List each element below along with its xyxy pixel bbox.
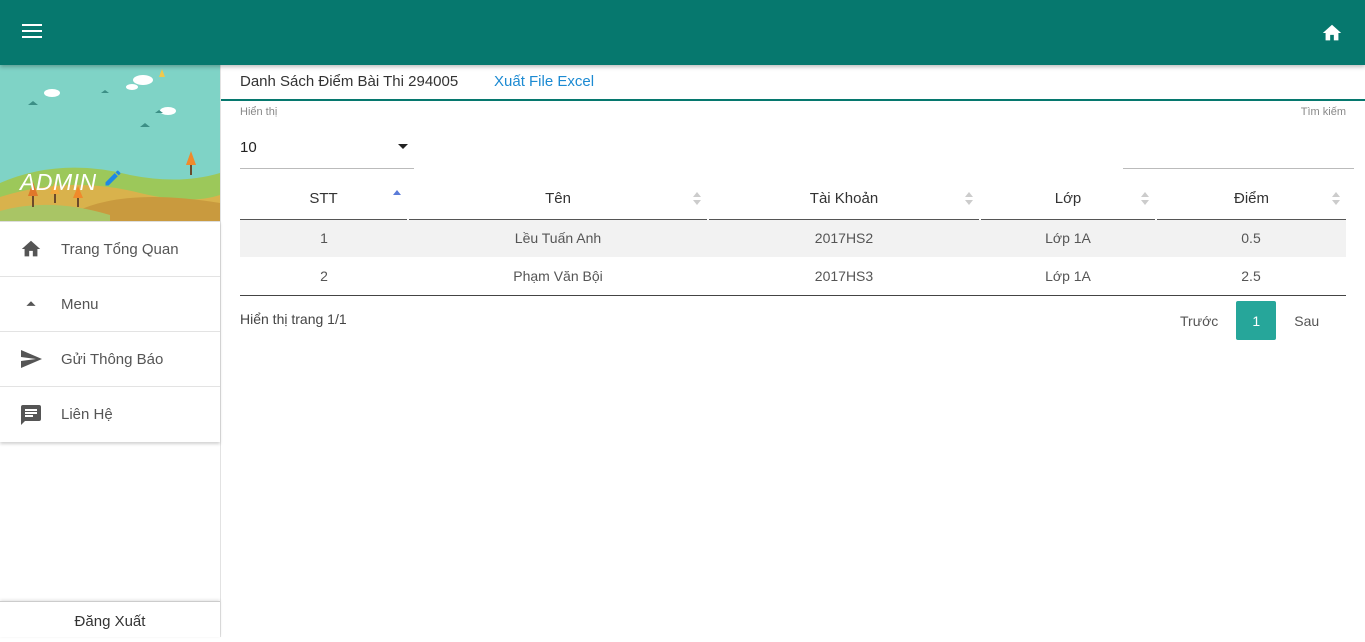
sort-icon [1141, 192, 1149, 206]
logout-button[interactable]: Đăng Xuất [0, 601, 220, 637]
sidebar-item-contact[interactable]: Liên Hệ [0, 387, 220, 442]
page-size-value: 10 [240, 139, 257, 156]
send-icon [21, 350, 42, 368]
column-header-account[interactable]: Tài Khoản [707, 179, 980, 220]
page-size-select[interactable]: 10 [240, 133, 414, 169]
sidebar-item-menu[interactable]: Menu [0, 277, 220, 332]
arrow-up-icon [26, 301, 36, 306]
main-content: Danh Sách Điểm Bài Thi 294005 Xuất File … [221, 65, 1365, 637]
scores-table: STT Tên Tài Khoản Lớp Điểm 1 Lều Tuấn An… [240, 179, 1346, 296]
column-header-stt[interactable]: STT [240, 179, 408, 220]
export-excel-link[interactable]: Xuất File Excel [494, 73, 594, 90]
sort-icon [693, 192, 701, 206]
admin-name: ADMIN [20, 169, 97, 195]
cell-name: Phạm Văn Bội [408, 257, 708, 296]
page-number-button[interactable]: 1 [1236, 301, 1277, 340]
next-page-button[interactable]: Sau [1294, 313, 1319, 329]
cell-stt: 1 [240, 219, 408, 257]
page-size-label: Hiển thị [240, 106, 278, 118]
chat-icon [21, 404, 41, 425]
profile-banner: ADMIN [0, 65, 220, 221]
page-info: Hiển thị trang 1/1 [240, 311, 347, 327]
sidebar-item-label: Menu [61, 295, 99, 313]
prev-page-button[interactable]: Trước [1180, 313, 1218, 329]
menu-icon[interactable] [22, 24, 42, 42]
cell-score: 2.5 [1156, 257, 1346, 296]
cell-account: 2017HS2 [708, 219, 980, 257]
sort-icon [1332, 192, 1340, 206]
sidebar: ADMIN Trang Tổng Quan Menu Gửi Thông Báo… [0, 65, 221, 637]
sort-icon [965, 192, 973, 206]
sidebar-item-label: Gửi Thông Báo [61, 350, 164, 368]
cell-stt: 2 [240, 257, 408, 296]
sort-ascending-icon [393, 190, 401, 204]
landscape-illustration [0, 65, 220, 221]
cell-class: Lớp 1A [980, 219, 1156, 257]
cell-account: 2017HS3 [708, 257, 980, 296]
sidebar-item-send-notification[interactable]: Gửi Thông Báo [0, 332, 220, 387]
page-title: Danh Sách Điểm Bài Thi 294005 [240, 73, 459, 90]
sidebar-menu: Trang Tổng Quan Menu Gửi Thông Báo Liên … [0, 221, 220, 442]
title-bar: Danh Sách Điểm Bài Thi 294005 Xuất File … [221, 65, 1365, 101]
home-icon[interactable] [1321, 22, 1343, 44]
search-input[interactable] [1123, 135, 1354, 169]
cell-score: 0.5 [1156, 219, 1346, 257]
dropdown-arrow-icon [398, 144, 408, 149]
column-header-class[interactable]: Lớp [979, 179, 1156, 220]
cell-class: Lớp 1A [980, 257, 1156, 296]
home-icon [21, 240, 41, 257]
table-row[interactable]: 1 Lều Tuấn Anh 2017HS2 Lớp 1A 0.5 [240, 219, 1346, 257]
search-label: Tìm kiếm [1300, 106, 1346, 118]
pagination: Trước 1 Sau [1180, 301, 1319, 340]
sidebar-item-label: Trang Tổng Quan [61, 240, 179, 258]
sidebar-item-label: Liên Hệ [61, 406, 113, 423]
table-row[interactable]: 2 Phạm Văn Bội 2017HS3 Lớp 1A 2.5 [240, 257, 1346, 296]
pencil-edit-icon[interactable] [103, 168, 123, 188]
sidebar-item-overview[interactable]: Trang Tổng Quan [0, 222, 220, 277]
column-header-name[interactable]: Tên [407, 179, 708, 220]
column-header-score[interactable]: Điểm [1155, 179, 1346, 220]
top-app-bar [0, 0, 1365, 65]
table-header-row: STT Tên Tài Khoản Lớp Điểm [240, 179, 1346, 220]
cell-name: Lều Tuấn Anh [408, 219, 708, 257]
